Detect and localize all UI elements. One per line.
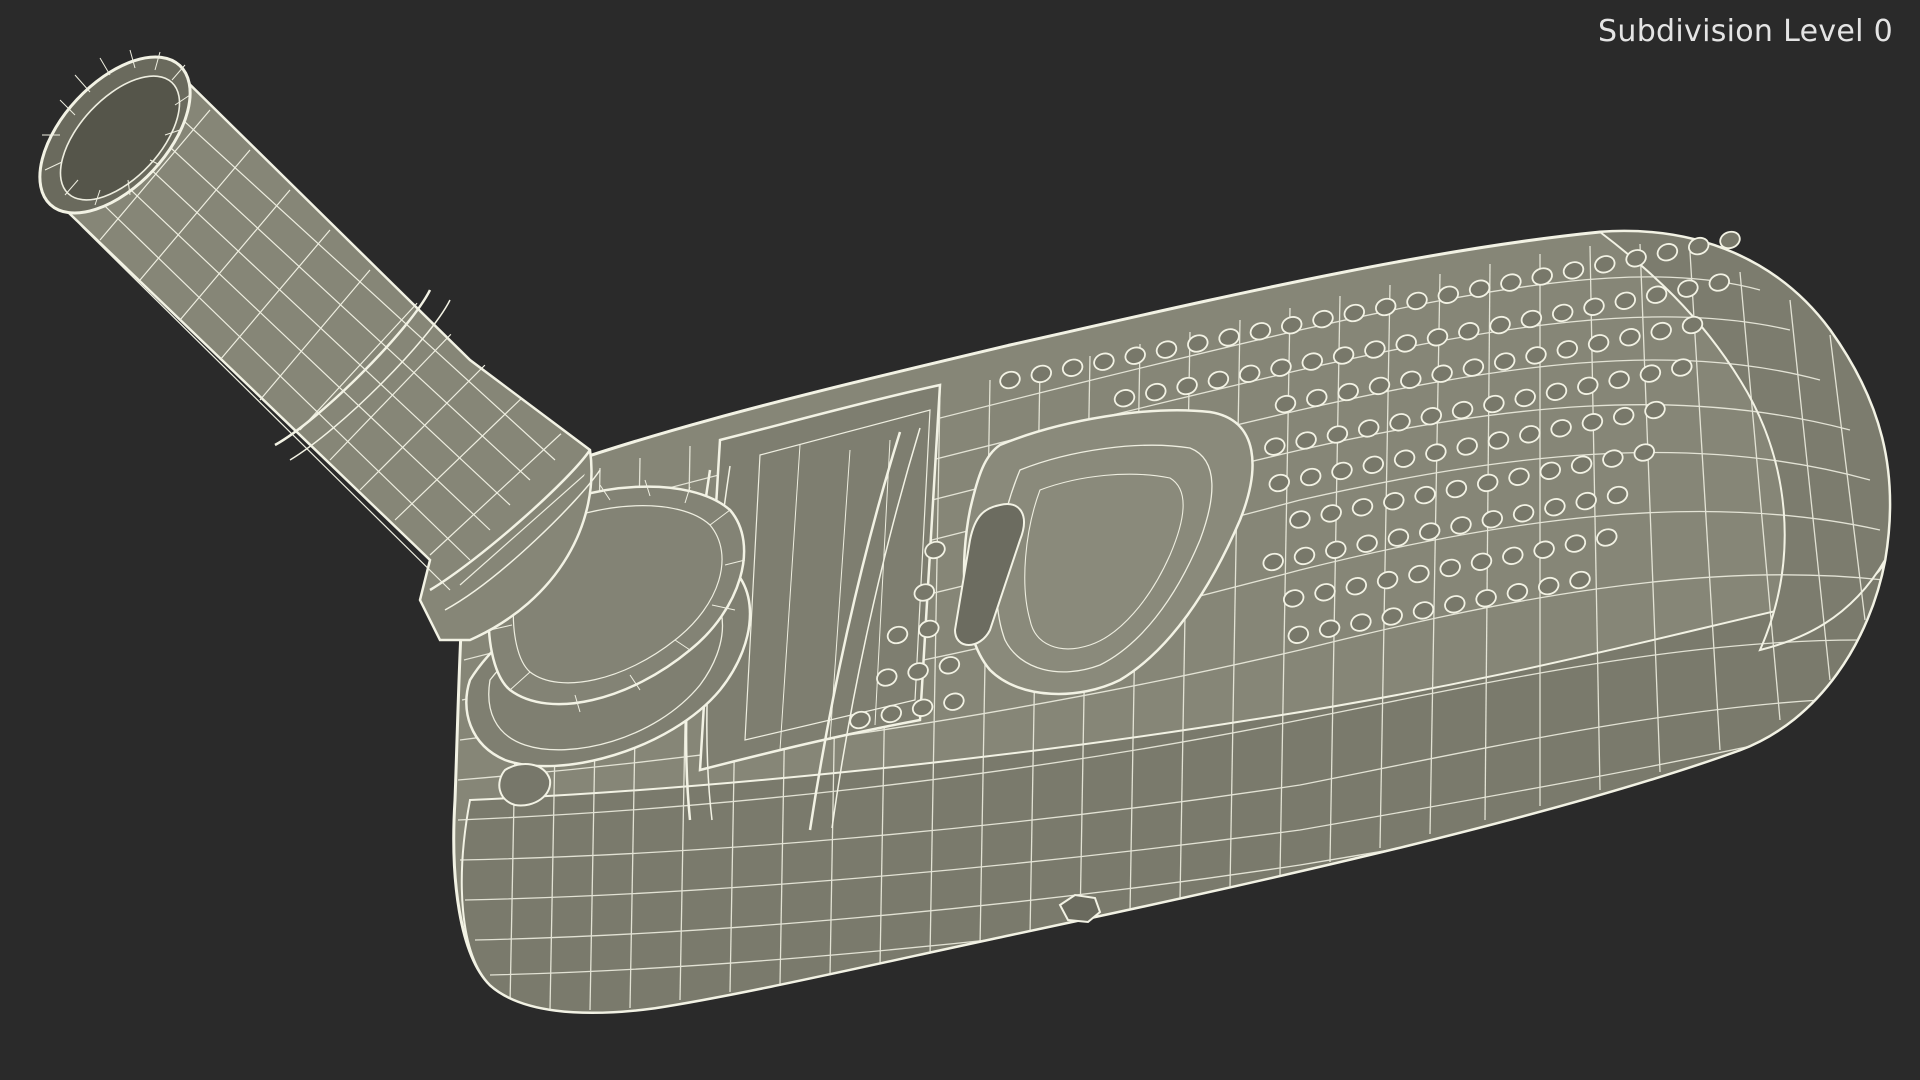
subdivision-level-label: Subdivision Level 0 (1598, 14, 1893, 49)
wireframe-model (38, 49, 1892, 1015)
tube (38, 49, 601, 642)
3d-viewport[interactable]: Subdivision Level 0 (0, 0, 1920, 1080)
